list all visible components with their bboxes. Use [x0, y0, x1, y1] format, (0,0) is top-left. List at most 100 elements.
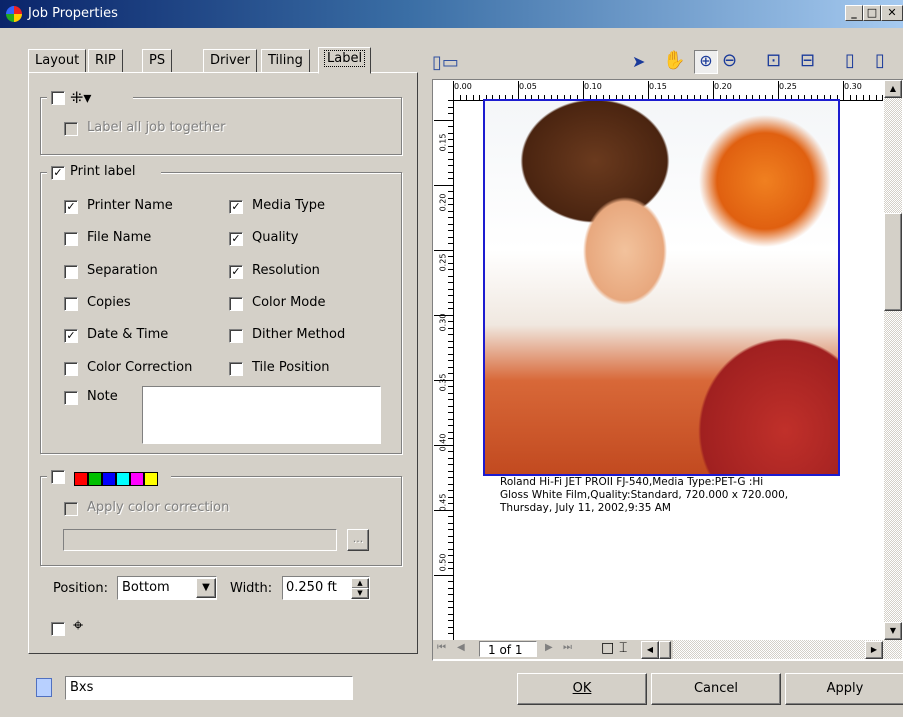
vertical-scrollbar[interactable]: ▲ ▼ [884, 80, 902, 640]
copies-checkbox[interactable] [64, 296, 78, 311]
pointer-move-icon[interactable]: ➤ [632, 52, 645, 71]
zoom-out-icon[interactable]: ⊖ [722, 50, 737, 71]
prev-page-button[interactable]: ◀ [457, 642, 465, 653]
dither-method-checkbox[interactable] [229, 329, 243, 344]
quality-checkbox[interactable]: ✓ [229, 232, 243, 247]
media-type-checkbox[interactable]: ✓ [229, 200, 243, 214]
app-icon [6, 6, 22, 22]
close-button[interactable]: ✕ [881, 5, 903, 21]
tab-tiling[interactable]: Tiling [261, 49, 310, 73]
ruler-tick [448, 483, 453, 485]
hscroll-thumb[interactable] [659, 641, 671, 659]
scrollbar-thumb[interactable] [884, 213, 902, 311]
file-name-checkbox[interactable] [64, 232, 78, 247]
scroll-up-button[interactable]: ▲ [884, 80, 902, 98]
ruler-tick [448, 243, 453, 244]
zoom-actual-icon[interactable]: ⊟ [800, 50, 815, 71]
color-mode-label: Color Mode [252, 294, 326, 310]
ruler-tick [448, 399, 453, 400]
separation-checkbox[interactable] [64, 264, 78, 279]
printer-name-checkbox[interactable]: ✓ [64, 200, 78, 214]
tab-label[interactable]: Label [318, 47, 372, 74]
width-down-button[interactable]: ▼ [351, 588, 369, 599]
color-correction-checkbox[interactable] [64, 361, 78, 376]
minimize-button[interactable]: _ [845, 5, 863, 21]
scroll-right-button[interactable]: ▶ [865, 641, 883, 659]
caption-line: Gloss White Film,Quality:Standard, 720.0… [500, 489, 789, 501]
ruler-tick [459, 95, 461, 100]
ruler-tick [448, 165, 453, 166]
ruler-tick [448, 542, 453, 543]
last-page-button[interactable]: ⏭ [563, 642, 572, 653]
caption-line: Roland Hi-Fi JET PROII FJ-540,Media Type… [500, 476, 764, 488]
fit-width-icon[interactable]: ⌶ [619, 640, 627, 656]
width-stepper[interactable]: 0.250 ft ▲ ▼ [282, 576, 370, 600]
ruler-tick [448, 496, 453, 498]
ruler-tick [448, 535, 453, 537]
date-time-checkbox[interactable]: ✓ [64, 329, 78, 344]
tab-ps[interactable]: PS [142, 49, 173, 73]
apply-button[interactable]: Apply [785, 673, 903, 705]
label-caption: Roland Hi-Fi JET PROII FJ-540,Media Type… [500, 476, 788, 515]
ruler-tick [434, 574, 453, 576]
ruler-tick [448, 139, 453, 140]
color-swatch [144, 472, 158, 486]
ruler-tick [448, 607, 453, 608]
scroll-down-button[interactable]: ▼ [884, 622, 902, 640]
tab-layout[interactable]: Layout [28, 49, 87, 73]
ruler-label: 0.40 [438, 433, 448, 452]
ruler-tick [448, 282, 453, 283]
layout-icon[interactable]: ▯▭ [432, 52, 459, 73]
tile-position-checkbox[interactable] [229, 361, 243, 376]
ruler-tick [448, 106, 453, 108]
next-page-button[interactable]: ▶ [545, 642, 553, 653]
title-bar[interactable]: Job Properties _ □ ✕ [0, 0, 903, 28]
ruler-tick [448, 555, 453, 556]
ruler-tick [448, 152, 453, 153]
ruler-tick [448, 191, 453, 192]
label-position-icon[interactable]: ⁜▾ [70, 88, 91, 107]
color-mode-checkbox[interactable] [229, 296, 243, 311]
ruler-origin[interactable] [433, 80, 454, 101]
label-layout-checkbox[interactable] [51, 91, 65, 105]
hand-icon[interactable]: ✋ [663, 50, 685, 71]
ruler-tick [448, 620, 453, 621]
ruler-tick [448, 405, 453, 407]
cancel-button[interactable]: Cancel [651, 673, 781, 705]
ruler-tick [448, 113, 453, 114]
ruler-tick [479, 95, 480, 100]
tab-rip[interactable]: RIP [88, 49, 123, 73]
note-checkbox[interactable] [64, 391, 78, 405]
position-select[interactable]: Bottom ▼ [117, 576, 217, 600]
window-title: Job Properties [28, 6, 118, 21]
page-portrait-icon[interactable]: ▯ [845, 50, 855, 71]
ruler-tick [448, 373, 453, 374]
note-field[interactable] [142, 386, 381, 444]
ruler-tick [448, 418, 453, 420]
tab-driver[interactable]: Driver [203, 49, 258, 73]
ok-button[interactable]: OK [517, 673, 647, 705]
browse-button: ... [347, 529, 369, 551]
ruler-tick [448, 288, 453, 290]
fit-page-icon[interactable]: □ [601, 640, 614, 656]
color-correction-checkbox[interactable] [51, 470, 65, 484]
scroll-left-button[interactable]: ◀ [641, 641, 659, 659]
chevron-down-icon[interactable]: ▼ [196, 578, 216, 598]
caption-line: Thursday, July 11, 2002,9:35 AM [500, 502, 671, 514]
print-label-checkbox[interactable]: ✓ [51, 166, 65, 180]
ruler-tick [448, 100, 453, 101]
ruler-label: 0.20 [714, 82, 732, 91]
resolution-checkbox[interactable]: ✓ [229, 264, 243, 279]
ruler-tick [869, 95, 870, 100]
zoom-fit-icon[interactable]: ⊡ [766, 50, 781, 71]
ruler-tick [448, 561, 453, 563]
ruler-tick [448, 217, 453, 218]
crosshair-checkbox[interactable] [51, 622, 65, 636]
maximize-button[interactable]: □ [863, 5, 881, 21]
media-type-label: Media Type [252, 198, 326, 213]
first-page-button[interactable]: ⏮ [437, 642, 446, 653]
zoom-in-icon[interactable]: ⊕ [694, 50, 718, 74]
page-landscape-icon[interactable]: ▯ [875, 50, 885, 71]
color-correction-label: Color Correction [87, 359, 193, 375]
job-name-field[interactable]: Bxs [65, 676, 353, 700]
